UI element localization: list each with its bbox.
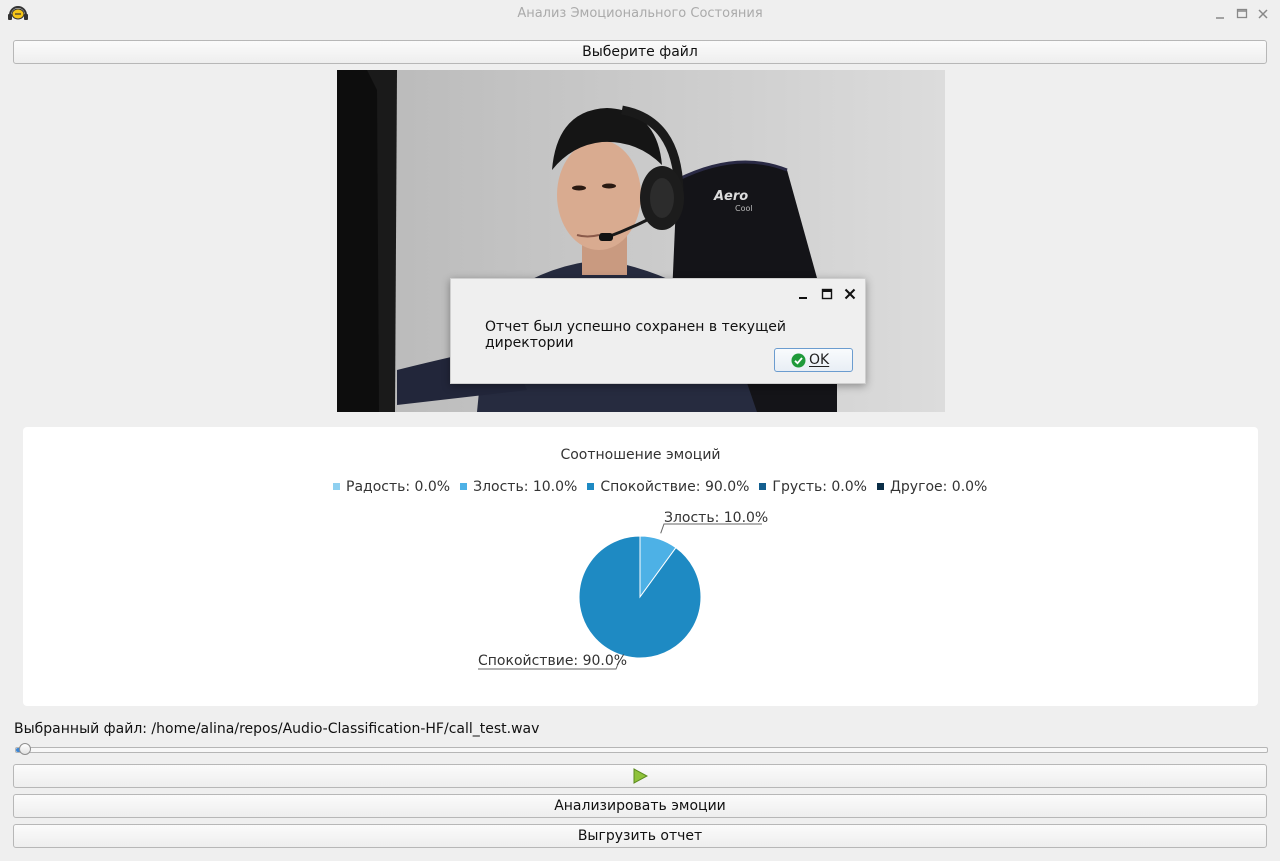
choose-file-button[interactable]: Выберите файл bbox=[13, 40, 1267, 64]
pie-slice bbox=[578, 535, 702, 659]
play-icon bbox=[633, 768, 648, 784]
playback-slider[interactable] bbox=[15, 747, 1268, 753]
ok-button[interactable]: OK bbox=[774, 348, 853, 372]
emotion-chart-panel: Соотношение эмоций Радость: 0.0% Злость: … bbox=[23, 427, 1258, 706]
analyze-emotions-button[interactable]: Анализировать эмоции bbox=[13, 794, 1267, 818]
minimize-icon[interactable] bbox=[796, 287, 810, 301]
check-circle-icon bbox=[791, 353, 806, 368]
close-icon[interactable] bbox=[843, 287, 857, 301]
pie-chart bbox=[478, 523, 762, 670]
selected-file-label: Выбранный файл: /home/alina/repos/Audio-… bbox=[14, 721, 540, 737]
close-icon[interactable] bbox=[1255, 6, 1271, 22]
chair-brand-text: Aero bbox=[713, 189, 748, 204]
export-report-button[interactable]: Выгрузить отчет bbox=[13, 824, 1267, 848]
minimize-icon[interactable] bbox=[1212, 6, 1228, 22]
ok-button-label: OK bbox=[809, 352, 830, 368]
playback-slider-handle[interactable] bbox=[19, 743, 31, 755]
report-saved-dialog: Отчет был успешно сохранен в текущей дир… bbox=[450, 278, 866, 384]
slice-label-anger: Злость: 10.0% bbox=[664, 510, 769, 526]
maximize-icon[interactable] bbox=[820, 287, 834, 301]
window-title: Анализ Эмоционального Состояния bbox=[517, 6, 763, 21]
play-button[interactable] bbox=[13, 764, 1267, 788]
title-bar: Анализ Эмоционального Состояния bbox=[0, 0, 1280, 30]
chair-brand-sub-text: Cool bbox=[735, 204, 753, 213]
dialog-message: Отчет был успешно сохранен в текущей дир… bbox=[485, 319, 786, 351]
slice-label-calm: Спокойствие: 90.0% bbox=[478, 653, 628, 669]
maximize-icon[interactable] bbox=[1234, 6, 1250, 22]
